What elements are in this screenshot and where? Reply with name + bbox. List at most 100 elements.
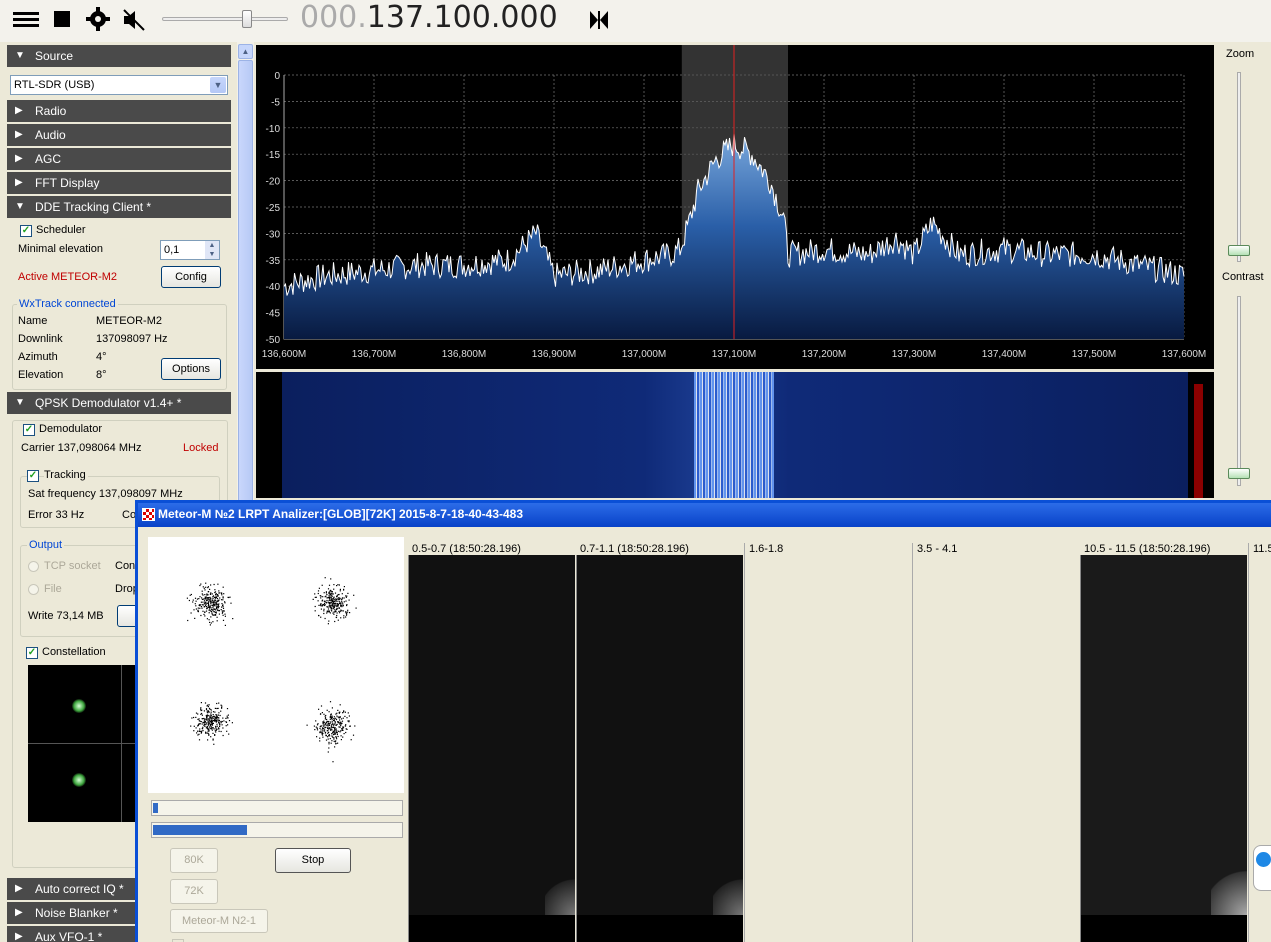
constellation-point — [313, 725, 315, 727]
constellation-point — [200, 601, 202, 603]
scheduler-checkbox[interactable]: ✓ — [20, 225, 32, 237]
constellation-point — [208, 711, 210, 713]
constellation-point — [355, 607, 357, 609]
constellation-point — [221, 610, 223, 612]
file-radio[interactable] — [28, 584, 39, 595]
swap-icon[interactable] — [588, 8, 616, 36]
section-audio[interactable]: ▶ Audio — [7, 124, 231, 146]
x-tick-label: 136,600M — [262, 349, 306, 360]
constellation-point — [326, 599, 328, 602]
constellation-point — [330, 595, 332, 597]
section-agc[interactable]: ▶ AGC — [7, 148, 231, 170]
constellation-point — [205, 715, 207, 717]
section-dde-tracking[interactable]: ▼ DDE Tracking Client * — [7, 196, 231, 218]
constellation-point — [333, 596, 335, 598]
section-qpsk-demodulator[interactable]: ▼ QPSK Demodulator v1.4+ * — [7, 392, 231, 414]
zoom-slider[interactable] — [1237, 72, 1241, 262]
channel-panel-2: 0.7-1.1 (18:50:28.196) — [576, 543, 743, 942]
section-source[interactable]: ▼ Source — [7, 45, 231, 67]
analyzer-title-bar[interactable]: Meteor-M №2 LRPT Analizer:[GLOB][72K] 20… — [138, 503, 1271, 527]
scroll-up-icon[interactable]: ▲ — [238, 44, 253, 59]
meteor-n2-1-button[interactable]: Meteor-M N2-1 — [170, 909, 268, 933]
constellation-point — [193, 730, 195, 732]
tcp-radio[interactable] — [28, 561, 39, 572]
constellation-point — [331, 591, 333, 593]
constellation-point — [213, 743, 215, 745]
constellation-point — [222, 610, 224, 612]
constellation-point — [329, 722, 331, 724]
constellation-point — [222, 614, 224, 616]
72k-button[interactable]: 72K — [170, 879, 218, 904]
constellation-point — [231, 722, 233, 724]
constellation-point — [226, 708, 229, 710]
constellation-point — [210, 584, 212, 586]
constellation-checkbox[interactable]: ✓ — [26, 647, 38, 659]
constellation-point — [326, 597, 328, 599]
constellation-point — [203, 600, 206, 602]
constellation-point — [322, 729, 324, 731]
constellation-point — [333, 738, 335, 740]
stop-button[interactable]: Stop — [275, 848, 351, 873]
spectrum-chart[interactable]: 0 -5 -10 -15 -20 -25 -30 -35 -40 -45 -50 136,600M 13… — [256, 45, 1214, 369]
constellation-point — [207, 712, 209, 714]
settings-icon[interactable] — [84, 6, 112, 34]
source-select[interactable]: RTL-SDR (USB) ▼ — [10, 75, 228, 95]
section-fft-display[interactable]: ▶ FFT Display — [7, 172, 231, 194]
constellation-point — [220, 730, 222, 733]
constellation-point — [349, 725, 351, 727]
constellation-point — [207, 720, 209, 722]
constellation-plot — [28, 665, 138, 822]
frequency-display[interactable]: 000.137.100.000 — [300, 0, 558, 35]
constellation-point — [340, 735, 342, 737]
constellation-point — [322, 736, 324, 738]
80k-button[interactable]: 80K — [170, 848, 218, 873]
x-tick-label: 137,100M — [712, 349, 756, 360]
constellation-point — [190, 725, 192, 727]
volume-slider[interactable] — [162, 10, 288, 28]
constellation-point — [198, 730, 200, 732]
constellation-point — [344, 725, 347, 727]
constellation-point — [217, 600, 219, 602]
constellation-point — [323, 713, 325, 715]
constellation-point — [326, 724, 328, 726]
constellation-point — [328, 593, 330, 595]
constellation-point — [343, 710, 345, 712]
constellation-point — [336, 595, 338, 597]
constellation-point — [208, 704, 210, 706]
section-radio[interactable]: ▶ Radio — [7, 100, 231, 122]
constellation-point — [331, 723, 333, 725]
min-elevation-input[interactable]: 0,1 ▲ ▼ — [160, 240, 220, 260]
config-button[interactable]: Config — [161, 266, 221, 288]
constellation-point — [201, 597, 203, 599]
menu-icon[interactable] — [12, 6, 40, 34]
contrast-slider[interactable] — [1237, 296, 1241, 486]
constellation-point — [335, 736, 337, 739]
constellation-point — [221, 592, 223, 594]
constellation-point — [321, 733, 323, 735]
constellation-point — [207, 704, 209, 706]
stop-icon[interactable] — [50, 6, 78, 34]
demodulator-checkbox[interactable]: ✓ — [23, 424, 35, 436]
scheduler-label: Scheduler — [36, 224, 86, 236]
contrast-thumb[interactable] — [1228, 468, 1250, 479]
mute-icon[interactable] — [120, 6, 148, 34]
y-tick-label: 0 — [274, 71, 280, 82]
constellation-point — [219, 724, 221, 726]
constellation-point — [324, 724, 326, 726]
constellation-point — [325, 739, 328, 741]
zoom-thumb[interactable] — [1228, 245, 1250, 256]
constellation-point — [343, 733, 345, 735]
constellation-point — [331, 600, 333, 602]
x-tick-label: 137,300M — [892, 349, 936, 360]
constellation-point — [325, 595, 327, 597]
constellation-point — [207, 728, 209, 730]
constellation-point — [342, 727, 344, 729]
constellation-point — [342, 610, 344, 612]
waterfall-display[interactable] — [256, 372, 1214, 498]
constellation-point — [200, 614, 202, 617]
progress-bar-2 — [151, 822, 403, 838]
side-tab[interactable] — [1253, 845, 1271, 891]
tracking-checkbox[interactable]: ✓ — [27, 470, 39, 482]
options-button[interactable]: Options — [161, 358, 221, 380]
constellation-point — [330, 742, 332, 744]
